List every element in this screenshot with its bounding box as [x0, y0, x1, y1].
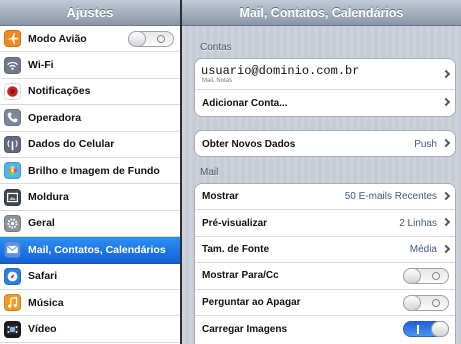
sidebar-item-notificacoes[interactable]: Notificações — [0, 78, 180, 106]
row-value: Média — [409, 243, 437, 255]
sidebar-item-label: Notificações — [28, 85, 91, 98]
sidebar-item-brilho[interactable]: Brilho e Imagem de Fundo — [0, 158, 180, 185]
mail-settings-group: Mostrar 50 E-mails Recentes Pré-visualiz… — [194, 183, 456, 344]
account-services: Mail, Notas — [202, 78, 233, 84]
sidebar-item-wifi[interactable]: Wi-Fi — [0, 52, 180, 79]
fetch-new-data-row[interactable]: Obter Novos Dados Push — [195, 131, 455, 156]
ask-before-deleting-row: Perguntar ao Apagar — [195, 290, 455, 316]
chevron-right-icon — [441, 191, 451, 201]
airplane-mode-toggle[interactable] — [128, 31, 174, 47]
chevron-right-icon — [441, 218, 451, 227]
detail-header: Mail, Contatos, Calendários — [182, 0, 461, 26]
account-email: usuario@dominio.com.br — [201, 64, 360, 78]
music-icon — [4, 294, 21, 312]
accounts-group: usuario@dominio.com.br Mail, Notas Adici… — [194, 58, 456, 117]
font-size-row[interactable]: Tam. de Fonte Média — [195, 237, 455, 264]
show-to-cc-row: Mostrar Para/Cc — [195, 263, 455, 290]
video-icon — [4, 320, 21, 338]
row-label: Perguntar ao Apagar — [202, 296, 301, 308]
sidebar-item-label: Música — [28, 296, 64, 309]
add-account-label: Adicionar Conta... — [202, 97, 288, 109]
sidebar-item-modo-aviao[interactable]: Modo Avião — [0, 26, 180, 53]
row-label: Tam. de Fonte — [202, 243, 270, 255]
airplane-icon — [4, 30, 21, 48]
section-contas-label: Contas — [200, 42, 232, 53]
row-value: 2 Linhas — [399, 217, 437, 229]
sidebar-item-label: Geral — [28, 217, 55, 230]
picture-frame-icon — [4, 188, 21, 206]
gear-icon — [4, 214, 21, 232]
sidebar-item-label: Wi-Fi — [28, 59, 54, 72]
fetch-group: Obter Novos Dados Push — [194, 130, 456, 157]
sidebar-item-label: Mail, Contatos, Calendários — [28, 243, 166, 256]
sidebar-item-video[interactable]: Vídeo — [0, 316, 180, 343]
notifications-icon — [4, 82, 21, 100]
page-title: Mail, Contatos, Calendários — [239, 5, 404, 20]
detail-panel: Mail, Contatos, Calendários Contas usuar… — [182, 0, 461, 344]
account-row[interactable]: usuario@dominio.com.br Mail, Notas — [195, 59, 455, 90]
row-label: Mostrar — [202, 191, 239, 203]
show-to-cc-toggle[interactable] — [403, 268, 449, 285]
chevron-right-icon — [441, 244, 451, 254]
show-messages-row[interactable]: Mostrar 50 E-mails Recentes — [195, 184, 455, 211]
compass-icon — [4, 267, 21, 285]
load-images-toggle[interactable] — [403, 320, 449, 337]
sidebar-item-label: Safari — [28, 270, 58, 283]
fetch-value: Push — [414, 138, 437, 150]
phone-icon — [4, 109, 21, 127]
sidebar-item-label: Dados do Celular — [28, 138, 115, 151]
fetch-label: Obter Novos Dados — [202, 138, 296, 150]
sidebar-item-musica[interactable]: Música — [0, 290, 180, 317]
section-mail-label: Mail — [200, 167, 219, 178]
row-label: Carregar Imagens — [202, 323, 288, 335]
wifi-icon — [4, 56, 21, 74]
sidebar-item-operadora[interactable]: Operadora — [0, 105, 180, 132]
preview-row[interactable]: Pré-visualizar 2 Linhas — [195, 210, 455, 237]
sidebar-item-dados-celular[interactable]: Dados do Celular — [0, 131, 180, 158]
row-label: Mostrar Para/Cc — [202, 270, 279, 282]
sidebar-item-label: Vídeo — [28, 323, 57, 336]
ask-before-deleting-toggle[interactable] — [403, 294, 449, 311]
row-label: Pré-visualizar — [202, 217, 268, 229]
sidebar-item-label: Moldura — [28, 191, 69, 204]
sidebar-item-label: Operadora — [28, 111, 82, 124]
load-images-row: Carregar Imagens — [195, 316, 455, 342]
flower-icon — [4, 162, 21, 180]
sidebar-title: Ajustes — [66, 5, 114, 20]
sidebar-item-label: Brilho e Imagem de Fundo — [28, 164, 160, 177]
chevron-right-icon — [441, 69, 451, 79]
add-account-row[interactable]: Adicionar Conta... — [195, 90, 455, 116]
sidebar-item-moldura[interactable]: Moldura — [0, 184, 180, 211]
sidebar-item-mail-contatos-calendarios[interactable]: Mail, Contatos, Calendários — [0, 237, 180, 264]
chevron-right-icon — [441, 138, 451, 148]
row-value: 50 E-mails Recentes — [344, 191, 437, 203]
sidebar-item-geral[interactable]: Geral — [0, 210, 180, 238]
sidebar-header: Ajustes — [0, 0, 180, 26]
chevron-right-icon — [441, 97, 451, 107]
sidebar-item-safari[interactable]: Safari — [0, 263, 180, 290]
sidebar-item-label: Modo Avião — [28, 32, 87, 45]
settings-sidebar: Ajustes Modo Avião Wi-Fi Notificações Op… — [0, 0, 180, 344]
mail-icon — [4, 241, 21, 259]
cellular-icon — [4, 135, 21, 153]
